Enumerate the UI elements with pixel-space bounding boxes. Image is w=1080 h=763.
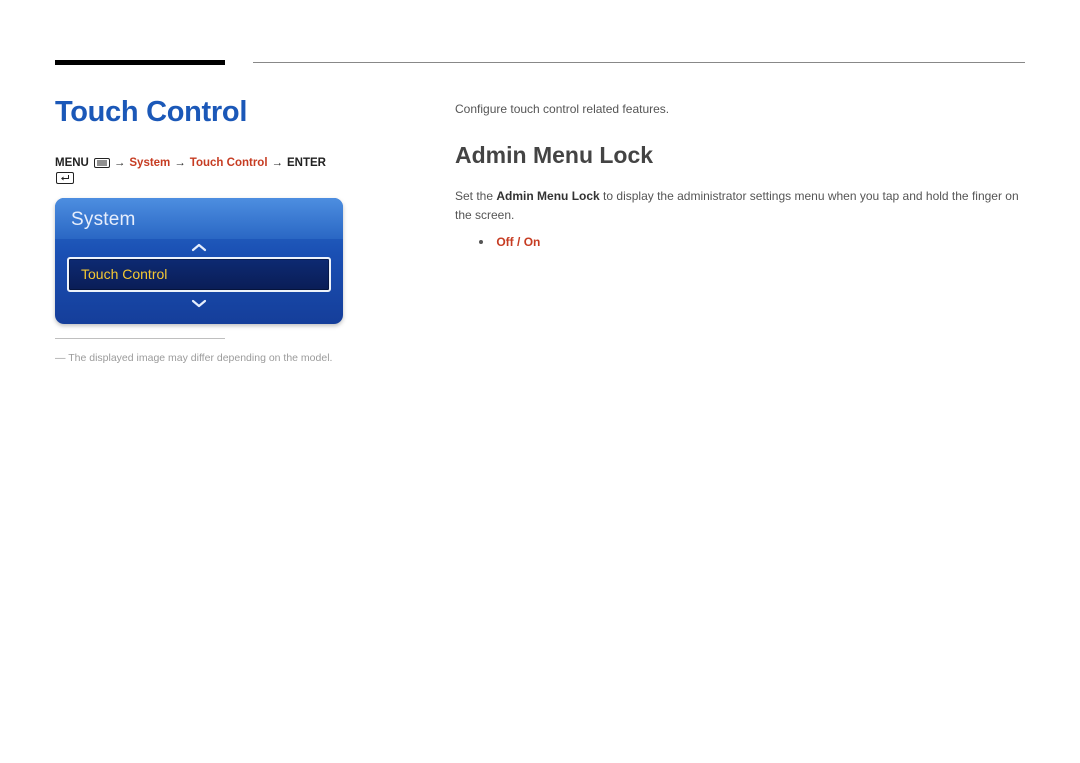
chevron-up-icon xyxy=(190,242,208,252)
option-on: On xyxy=(524,235,541,249)
option-off: Off xyxy=(496,235,513,249)
footnote: ― The displayed image may differ dependi… xyxy=(55,351,345,367)
osd-bottom-pad xyxy=(55,310,343,324)
osd-header: System xyxy=(55,198,343,239)
breadcrumb-system: System xyxy=(129,157,170,169)
option-off-on: Off / On xyxy=(496,235,540,249)
footnote-rule xyxy=(55,338,225,339)
body-bold-term: Admin Menu Lock xyxy=(496,189,599,203)
columns: Touch Control MENU → System → Touch Cont… xyxy=(55,96,1025,367)
osd-selected-item-label: Touch Control xyxy=(69,259,329,290)
intro-text: Configure touch control related features… xyxy=(455,102,1025,116)
osd-panel: System Touch Control xyxy=(55,198,343,324)
breadcrumb-arrow-1: → xyxy=(113,157,127,169)
osd-selected-item[interactable]: Touch Control xyxy=(67,257,331,292)
left-column: Touch Control MENU → System → Touch Cont… xyxy=(55,96,345,367)
chevron-down-icon xyxy=(190,299,208,309)
option-list: Off / On xyxy=(455,235,1025,249)
breadcrumb-arrow-2: → xyxy=(173,157,187,169)
top-rule xyxy=(55,60,1025,66)
option-slash: / xyxy=(514,235,524,249)
manual-page: Touch Control MENU → System → Touch Cont… xyxy=(0,0,1080,367)
osd-chevron-down-row xyxy=(55,296,343,310)
breadcrumb-arrow-3: → xyxy=(271,157,285,169)
body-prefix: Set the xyxy=(455,189,496,203)
breadcrumb: MENU → System → Touch Control → ENTER xyxy=(55,157,345,184)
osd-chevron-up-row xyxy=(55,239,343,253)
body-text: Set the Admin Menu Lock to display the a… xyxy=(455,187,1025,225)
breadcrumb-touch-control: Touch Control xyxy=(190,157,268,169)
enter-icon xyxy=(56,172,74,184)
page-title: Touch Control xyxy=(55,96,345,129)
breadcrumb-menu-label: MENU xyxy=(55,157,89,169)
menu-icon xyxy=(94,158,110,168)
right-column: Configure touch control related features… xyxy=(455,96,1025,367)
breadcrumb-enter-label: ENTER xyxy=(287,157,326,169)
rule-thick xyxy=(55,60,225,65)
bullet-icon xyxy=(479,240,483,244)
rule-thin xyxy=(253,62,1025,63)
section-heading: Admin Menu Lock xyxy=(455,142,1025,169)
